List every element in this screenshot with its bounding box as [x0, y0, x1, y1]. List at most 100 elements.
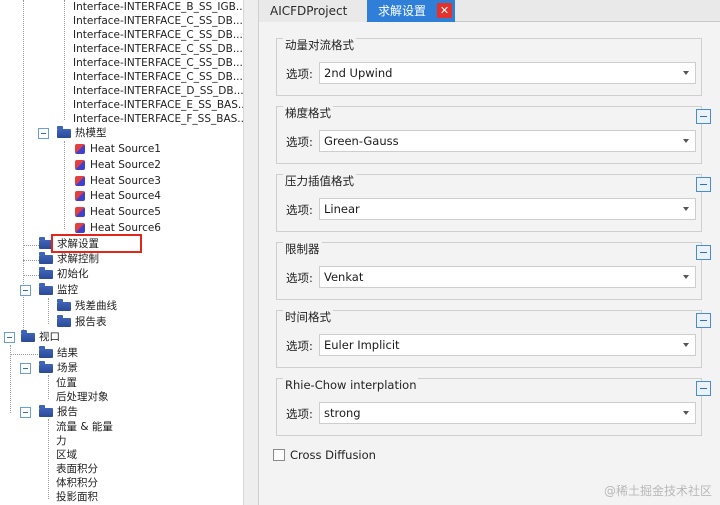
group-title: 动量对流格式 — [283, 38, 356, 52]
tree-item-thermal-model[interactable]: 热模型 — [57, 126, 107, 141]
collapse-icon[interactable] — [696, 177, 711, 192]
collapse-toggle[interactable] — [20, 363, 31, 374]
collapse-icon[interactable] — [696, 381, 711, 396]
rhie-chow-select[interactable]: strong — [319, 402, 696, 424]
tree-item-volume-integral[interactable]: 体积积分 — [56, 476, 98, 491]
tree-item-report-table[interactable]: 报告表 — [57, 315, 107, 330]
collapse-toggle[interactable] — [20, 407, 31, 418]
tree-item-heat-source[interactable]: Heat Source4 — [75, 189, 161, 204]
tree-item-initialization[interactable]: 初始化 — [39, 267, 89, 282]
select-value: Venkat — [324, 270, 364, 284]
panel-splitter[interactable] — [243, 0, 259, 505]
dropdown-arrow-icon — [683, 343, 689, 347]
group-limiter: 限制器 选项: Venkat — [276, 242, 711, 300]
tree-item-post-objects[interactable]: 后处理对象 — [56, 390, 109, 405]
tree-line — [64, 0, 65, 120]
folder-icon — [57, 126, 71, 138]
option-label: 选项: — [286, 339, 313, 353]
folder-icon — [39, 361, 53, 373]
project-tree: Interface-INTERFACE_B_SS_IGB... Interfac… — [0, 0, 243, 505]
tree-item-interface[interactable]: Interface-INTERFACE_C_SS_DB... — [73, 28, 243, 43]
momentum-scheme-select[interactable]: 2nd Upwind — [319, 62, 696, 84]
pressure-interpolation-select[interactable]: Linear — [319, 198, 696, 220]
group-pressure-interpolation: 压力插值格式 选项: Linear — [276, 174, 711, 232]
tree-item-interface[interactable]: Interface-INTERFACE_C_SS_DB... — [73, 42, 243, 57]
collapse-icon[interactable] — [696, 109, 711, 124]
tree-item-report[interactable]: 报告 — [39, 405, 78, 420]
tree-item-interface[interactable]: Interface-INTERFACE_C_SS_DB... — [73, 56, 243, 71]
group-title: 时间格式 — [283, 310, 333, 324]
collapse-icon[interactable] — [696, 313, 711, 328]
heat-source-icon — [75, 207, 85, 217]
heat-source-icon — [75, 176, 85, 186]
tree-item-heat-source[interactable]: Heat Source2 — [75, 158, 161, 173]
folder-icon — [39, 267, 53, 279]
tree-item-interface[interactable]: Interface-INTERFACE_C_SS_DB... — [73, 70, 243, 85]
folder-icon — [21, 330, 35, 342]
tree-item-interface[interactable]: Interface-INTERFACE_C_SS_DB... — [73, 14, 243, 29]
gradient-scheme-select[interactable]: Green-Gauss — [319, 130, 696, 152]
dropdown-arrow-icon — [683, 275, 689, 279]
checkbox-icon[interactable] — [273, 449, 285, 461]
collapse-toggle[interactable] — [20, 285, 31, 296]
option-label: 选项: — [286, 203, 313, 217]
tree-item-surface-integral[interactable]: 表面积分 — [56, 462, 98, 477]
tree-line — [23, 275, 39, 276]
collapse-toggle[interactable] — [4, 332, 15, 343]
select-value: Linear — [324, 202, 360, 216]
tree-item-position[interactable]: 位置 — [56, 376, 77, 391]
collapse-toggle[interactable] — [38, 128, 49, 139]
limiter-select[interactable]: Venkat — [319, 266, 696, 288]
folder-icon — [39, 346, 53, 358]
tree-line — [23, 245, 39, 246]
folder-icon — [39, 283, 53, 295]
tab-aicfdproject[interactable]: AICFDProject — [259, 0, 366, 22]
folder-icon — [39, 405, 53, 417]
group-title: Rhie-Chow interplation — [283, 378, 419, 392]
group-title: 压力插值格式 — [283, 174, 356, 188]
option-label: 选项: — [286, 135, 313, 149]
tree-item-viewport[interactable]: 视口 — [21, 330, 60, 345]
solver-settings-panel: AICFDProject 求解设置 ✕ 动量对流格式 选项: 2nd Upwin… — [259, 0, 720, 505]
tree-item-region[interactable]: 区域 — [56, 448, 77, 463]
group-momentum-convection: 动量对流格式 选项: 2nd Upwind — [276, 38, 702, 96]
group-rhie-chow: Rhie-Chow interplation 选项: strong — [276, 378, 711, 436]
tree-line — [48, 298, 49, 324]
option-label: 选项: — [286, 67, 313, 81]
cross-diffusion-checkbox[interactable]: Cross Diffusion — [273, 447, 376, 463]
tree-item-interface[interactable]: Interface-INTERFACE_D_SS_DB... — [73, 84, 243, 99]
dropdown-arrow-icon — [683, 71, 689, 75]
tree-item-projected-area[interactable]: 投影面积 — [56, 490, 98, 505]
heat-source-icon — [75, 223, 85, 233]
tree-item-residual-curve[interactable]: 残差曲线 — [57, 299, 117, 314]
collapse-icon[interactable] — [696, 245, 711, 260]
tab-bar: AICFDProject 求解设置 ✕ — [259, 0, 720, 22]
option-label: 选项: — [286, 407, 313, 421]
tree-item-monitor[interactable]: 监控 — [39, 283, 78, 298]
tree-item-flux-energy[interactable]: 流量 & 能量 — [56, 420, 113, 435]
close-icon[interactable]: ✕ — [437, 3, 452, 18]
select-value: 2nd Upwind — [324, 66, 393, 80]
tree-line — [23, 260, 39, 261]
cross-diffusion-label: Cross Diffusion — [290, 448, 376, 462]
tree-item-heat-source[interactable]: Heat Source3 — [75, 174, 161, 189]
tree-item-interface[interactable]: Interface-INTERFACE_E_SS_BAS... — [73, 98, 243, 113]
time-scheme-select[interactable]: Euler Implicit — [319, 334, 696, 356]
folder-icon — [39, 252, 53, 264]
tree-item-interface[interactable]: Interface-INTERFACE_B_SS_IGB... — [73, 0, 243, 15]
dropdown-arrow-icon — [683, 139, 689, 143]
tree-item-force[interactable]: 力 — [56, 434, 67, 449]
heat-source-icon — [75, 160, 85, 170]
tree-item-solver-control[interactable]: 求解控制 — [39, 252, 99, 267]
tree-item-interface[interactable]: Interface-INTERFACE_F_SS_BAS... — [73, 112, 243, 127]
watermark: @稀土掘金技术社区 — [603, 484, 712, 498]
option-label: 选项: — [286, 271, 313, 285]
tree-item-heat-source[interactable]: Heat Source5 — [75, 205, 161, 220]
tree-item-heat-source[interactable]: Heat Source1 — [75, 142, 161, 157]
tree-line — [10, 345, 11, 413]
select-value: Green-Gauss — [324, 134, 399, 148]
tree-item-results[interactable]: 结果 — [39, 346, 78, 361]
tree-item-scene[interactable]: 场景 — [39, 361, 78, 376]
heat-source-icon — [75, 191, 85, 201]
group-title: 限制器 — [283, 242, 322, 256]
